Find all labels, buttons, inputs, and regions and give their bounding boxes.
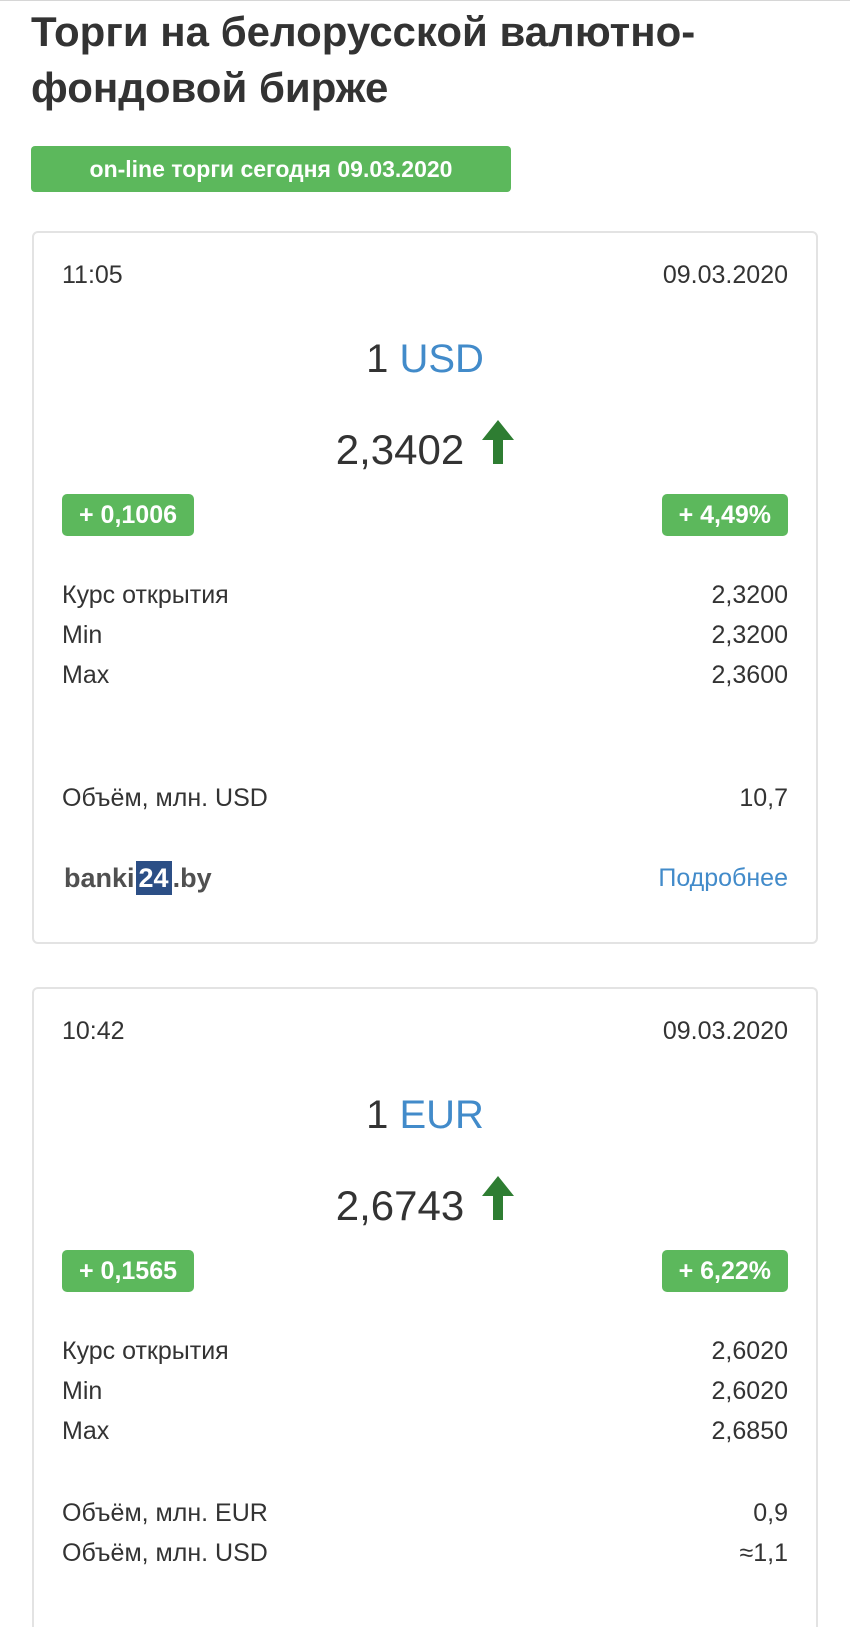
min-value: 2,3200 xyxy=(711,621,788,649)
min-label: Min xyxy=(62,621,103,649)
online-trading-badge: on-line торги сегодня 09.03.2020 xyxy=(31,146,511,192)
change-percent-badge: + 6,22% xyxy=(661,1250,788,1292)
max-label: Max xyxy=(62,661,110,689)
open-rate-label: Курс открытия xyxy=(62,1337,229,1365)
currency-amount: 1 xyxy=(366,1093,389,1137)
min-value: 2,6020 xyxy=(711,1377,788,1405)
rate-card-eur: 10:42 09.03.2020 1 EUR 2,6743 + 0,1565 +… xyxy=(32,987,818,1627)
volume-usd-label: Объём, млн. USD xyxy=(62,1539,268,1567)
open-rate-value: 2,6020 xyxy=(711,1337,788,1365)
more-details-link[interactable]: Подробнее xyxy=(658,863,788,893)
currency-code: USD xyxy=(399,337,484,381)
max-label: Max xyxy=(62,1417,110,1445)
currency-amount: 1 xyxy=(366,337,389,381)
trade-time: 10:42 xyxy=(62,1017,125,1045)
rate-card-usd: 11:05 09.03.2020 1 USD 2,3402 + 0,1006 +… xyxy=(32,231,818,944)
trade-date: 09.03.2020 xyxy=(662,261,788,289)
currency-heading: 1 USD xyxy=(34,335,816,383)
volume-eur-label: Объём, млн. EUR xyxy=(62,1499,268,1527)
arrow-up-icon xyxy=(482,420,515,475)
volume-usd-value: ≈1,1 xyxy=(739,1539,788,1567)
trade-date: 09.03.2020 xyxy=(662,1017,788,1045)
min-label: Min xyxy=(62,1377,103,1405)
page-title: Торги на белорусской валютно-фондовой би… xyxy=(31,8,696,111)
max-value: 2,6850 xyxy=(711,1417,788,1445)
volume-value: 10,7 xyxy=(739,784,788,812)
logo-text-banki: banki xyxy=(64,863,135,893)
rate-value: 2,3402 xyxy=(335,426,465,473)
change-absolute-badge: + 0,1006 xyxy=(62,494,195,536)
open-rate-value: 2,3200 xyxy=(711,581,788,609)
open-rate-label: Курс открытия xyxy=(62,581,229,609)
rate-value: 2,6743 xyxy=(335,1182,465,1229)
currency-code: EUR xyxy=(399,1093,484,1137)
current-rate: 2,6743 xyxy=(34,1176,816,1231)
trade-time: 11:05 xyxy=(62,261,123,289)
volume-eur-value: 0,9 xyxy=(753,1499,788,1527)
change-percent-badge: + 4,49% xyxy=(661,494,788,536)
logo-text-24: 24 xyxy=(135,861,172,895)
top-divider xyxy=(0,0,850,1)
logo-text-by: .by xyxy=(172,863,212,893)
volume-label: Объём, млн. USD xyxy=(62,784,268,812)
max-value: 2,3600 xyxy=(711,661,788,689)
arrow-up-icon xyxy=(482,1176,515,1231)
change-absolute-badge: + 0,1565 xyxy=(62,1250,195,1292)
currency-heading: 1 EUR xyxy=(34,1091,816,1139)
current-rate: 2,3402 xyxy=(34,420,816,475)
banki24-logo: banki 24 .by xyxy=(64,859,212,897)
